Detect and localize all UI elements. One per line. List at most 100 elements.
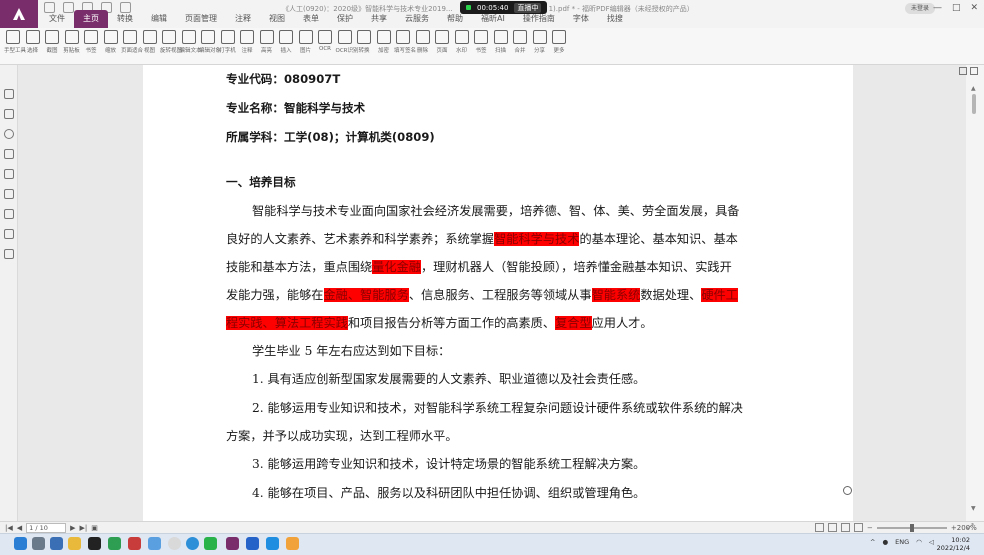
ribbon-tool-button[interactable]: 转换: [355, 30, 373, 54]
window-controls: — □ ✕: [933, 3, 978, 13]
security-panel-icon[interactable]: [4, 189, 14, 199]
fit-width-icon[interactable]: [828, 523, 837, 532]
content-panel-icon[interactable]: [4, 229, 14, 239]
ribbon-tool-button[interactable]: 图片: [297, 30, 315, 54]
ribbon-tool-button[interactable]: 页面: [433, 30, 451, 54]
ribbon-tool-button[interactable]: 视图: [141, 30, 159, 54]
page-number-input[interactable]: 1 / 10: [26, 523, 67, 533]
first-page-icon[interactable]: |◀: [5, 524, 13, 532]
next-page-icon[interactable]: ▶: [70, 524, 75, 532]
ribbon-tool-button[interactable]: 截图: [43, 30, 61, 54]
scroll-thumb[interactable]: [972, 94, 976, 114]
zoom-out-icon[interactable]: −: [867, 524, 873, 532]
ribbon-tool-button[interactable]: 页面适合: [121, 30, 143, 54]
menu-item[interactable]: 文件: [40, 10, 74, 28]
scroll-up-icon[interactable]: ▲: [971, 85, 976, 92]
terminal-icon[interactable]: [88, 537, 101, 550]
zoom-slider[interactable]: [876, 523, 947, 532]
last-page-icon[interactable]: ▶|: [80, 524, 88, 532]
ribbon-tool-button[interactable]: 选择: [24, 30, 42, 54]
app-orange-icon[interactable]: [286, 537, 299, 550]
wechat-icon[interactable]: [204, 537, 217, 550]
prev-page-icon[interactable]: ◀: [17, 524, 22, 532]
menu-item[interactable]: 注释: [226, 10, 260, 28]
ribbon-tool-button[interactable]: 分享: [531, 30, 549, 54]
app-red-icon[interactable]: [128, 537, 141, 550]
highlighted-text[interactable]: 量化金融: [372, 260, 421, 274]
maximize-button[interactable]: □: [952, 3, 961, 13]
app-green-icon[interactable]: [108, 537, 121, 550]
ribbon-tool-label: 删除: [416, 48, 428, 54]
ribbon-tool-button[interactable]: 更多: [550, 30, 568, 54]
highlighted-text[interactable]: 程实践、算法工程实践: [226, 316, 348, 330]
edge-icon[interactable]: [186, 537, 199, 550]
tray-app-icon[interactable]: ●: [882, 538, 888, 546]
task-view-icon[interactable]: [50, 537, 63, 550]
thumbnails-panel-icon[interactable]: [4, 109, 14, 119]
comments-panel-icon[interactable]: [4, 129, 14, 139]
ribbon-tool-button[interactable]: 手型工具: [4, 30, 26, 54]
search-panel-icon[interactable]: [4, 249, 14, 259]
start-menu-icon[interactable]: [14, 537, 27, 550]
ribbon-tool-button[interactable]: 插入: [277, 30, 295, 54]
signatures-panel-icon[interactable]: [4, 209, 14, 219]
ribbon-tool-button[interactable]: OCR: [316, 30, 334, 52]
layers-panel-icon[interactable]: [4, 149, 14, 159]
highlighted-text[interactable]: 智能科学与技术: [494, 232, 580, 246]
document-viewport[interactable]: 专业代码：080907T 专业名称：智能科学与技术 所属学科：工学(08)；计算机类…: [18, 65, 966, 521]
menu-item[interactable]: 页面管理: [176, 10, 226, 28]
menu-item[interactable]: 编辑: [142, 10, 176, 28]
ribbon-tool-button[interactable]: 加密: [375, 30, 393, 54]
grid-view-icon[interactable]: [970, 67, 978, 75]
ribbon-tool-button[interactable]: 水印: [453, 30, 471, 54]
foxit-taskbar-icon[interactable]: [226, 537, 239, 550]
page-view-icon[interactable]: ▣: [91, 524, 98, 532]
zoom-slider-knob[interactable]: [909, 523, 914, 532]
ribbon-tool-button[interactable]: 合并: [511, 30, 529, 54]
ribbon-tool-button[interactable]: 扫描: [492, 30, 510, 54]
ribbon-tool-button[interactable]: 剪贴板: [63, 30, 81, 54]
fit-page-icon[interactable]: [815, 523, 824, 532]
continuous-view-icon[interactable]: [854, 523, 863, 532]
app-blue-icon[interactable]: [148, 537, 161, 550]
single-page-icon[interactable]: [959, 67, 967, 75]
ribbon-tool-button[interactable]: 旋转视图: [160, 30, 182, 54]
app-blue3-icon[interactable]: [266, 537, 279, 550]
ribbon-tool-button[interactable]: 缩放: [102, 30, 120, 54]
ribbon-tool-button[interactable]: 填写签名: [394, 30, 416, 54]
menu-item[interactable]: 转换: [108, 10, 142, 28]
app-blue2-icon[interactable]: [246, 537, 259, 550]
login-button[interactable]: 未登录: [905, 3, 935, 14]
vertical-scrollbar[interactable]: ▲ ▼: [966, 65, 984, 521]
recording-indicator[interactable]: 00:05:40 直播中: [460, 1, 548, 14]
ribbon-tool-button[interactable]: 书签: [472, 30, 490, 54]
ribbon-tool-button[interactable]: 删除: [414, 30, 432, 54]
menu-item[interactable]: 主页: [74, 10, 108, 28]
highlighted-text[interactable]: 硬件工: [701, 288, 738, 302]
search-icon[interactable]: [32, 537, 45, 550]
ribbon-tool-button[interactable]: 注释: [238, 30, 256, 54]
ribbon-tool-button[interactable]: 编辑对象: [199, 30, 221, 54]
ribbon-tool-button[interactable]: 书签: [82, 30, 100, 54]
highlighted-text[interactable]: 智能系统: [591, 288, 641, 302]
app-logo[interactable]: [0, 0, 38, 28]
language-indicator[interactable]: ENG: [895, 538, 909, 546]
tray-chevron-icon[interactable]: ^: [870, 538, 875, 546]
close-button[interactable]: ✕: [970, 3, 978, 13]
file-explorer-icon[interactable]: [68, 537, 81, 550]
wifi-icon[interactable]: ◠: [916, 538, 922, 546]
attachments-panel-icon[interactable]: [4, 169, 14, 179]
ribbon-tool-button[interactable]: 高亮: [258, 30, 276, 54]
ribbon-tool-button[interactable]: 打字机: [219, 30, 237, 54]
ribbon-tool-button[interactable]: OCR识别: [336, 30, 359, 54]
bookmark-panel-icon[interactable]: [4, 89, 14, 99]
highlighted-text[interactable]: 复合型: [555, 316, 592, 330]
single-view-icon[interactable]: [841, 523, 850, 532]
fullscreen-icon[interactable]: ⤢: [967, 522, 973, 532]
chrome-icon[interactable]: [168, 537, 181, 550]
clock[interactable]: 10:02 2022/12/4: [930, 536, 970, 552]
scroll-down-icon[interactable]: ▼: [971, 505, 976, 512]
highlighted-text[interactable]: 金融、智能服务: [323, 288, 409, 302]
minimize-button[interactable]: —: [933, 3, 942, 13]
ribbon-tool-button[interactable]: 编辑文本: [180, 30, 202, 54]
